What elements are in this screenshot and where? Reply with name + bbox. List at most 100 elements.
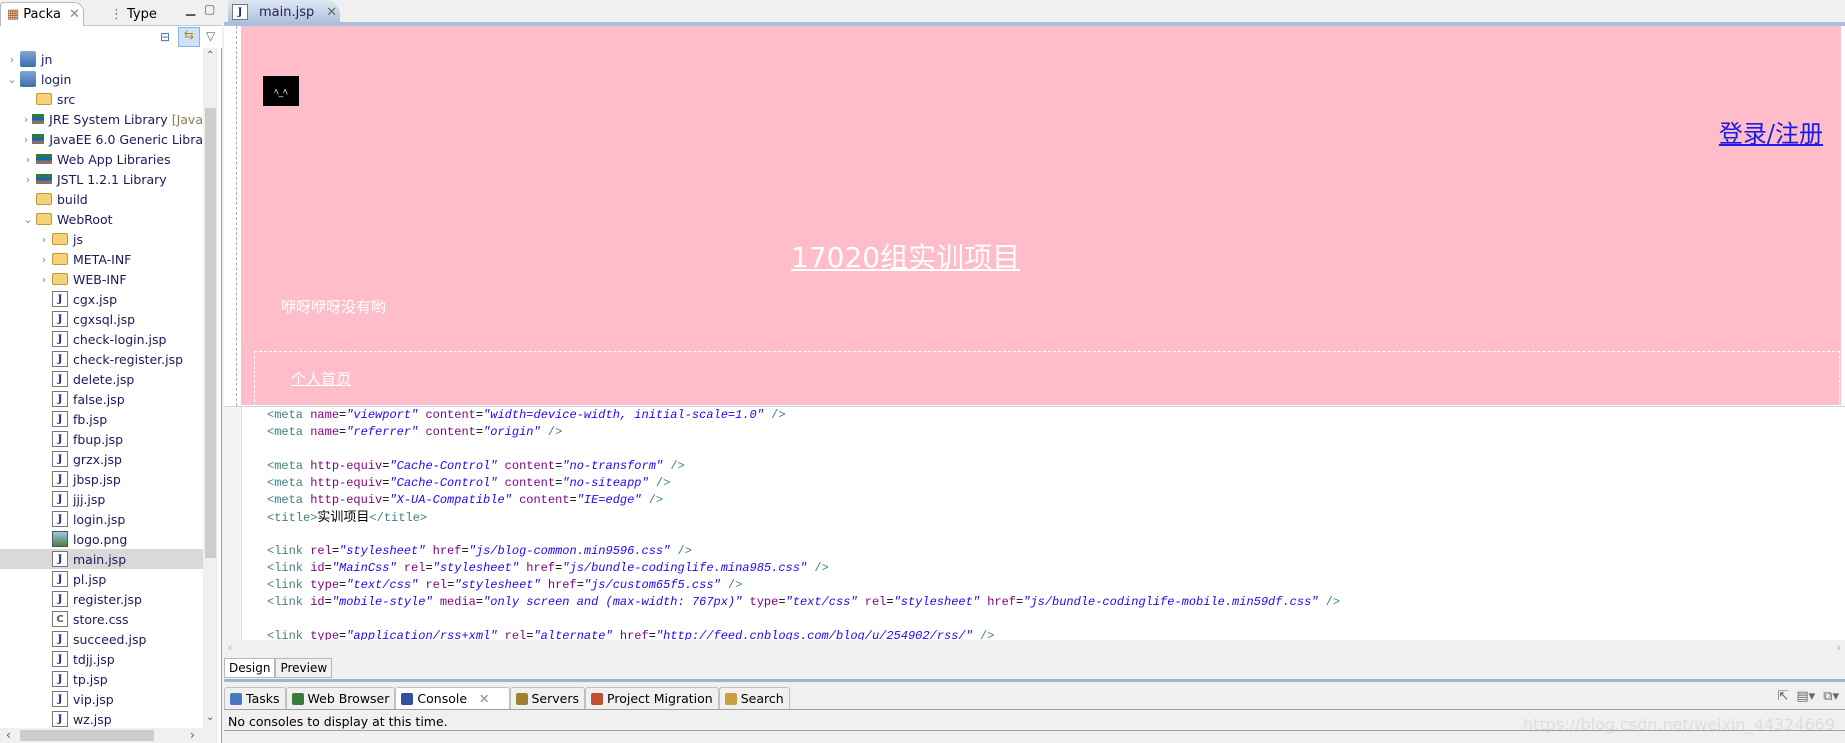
panel-separator[interactable] <box>224 679 1845 682</box>
tree-item-label: js <box>73 231 83 247</box>
tree-item[interactable]: ⌄ login <box>0 69 203 89</box>
tree-item[interactable]: Jcheck-login.jsp <box>0 329 203 349</box>
tree-item[interactable]: Jdelete.jsp <box>0 369 203 389</box>
project-tree: › jn ⌄ login src › JRE System Library [Java › Jav… <box>0 49 203 729</box>
tree-item[interactable]: ⌄ WebRoot <box>0 209 203 229</box>
code-token: = <box>576 578 584 592</box>
code-token: "stylesheet" <box>893 595 980 609</box>
tab-search[interactable]: Search <box>718 687 790 709</box>
scroll-right-icon[interactable]: › <box>1837 641 1841 654</box>
source-view[interactable]: <meta name="viewport" content="width=dev… <box>224 406 1845 643</box>
view-menu-icon[interactable]: ▽ <box>206 29 215 43</box>
tree-item[interactable]: › JavaEE 6.0 Generic Libra <box>0 129 203 149</box>
chevron-right-icon[interactable]: › <box>36 273 52 286</box>
tree-item[interactable]: › JRE System Library [Java <box>0 109 203 129</box>
tab-package-explorer[interactable]: ▦ Packa ✕ <box>0 2 84 26</box>
scroll-left-icon[interactable]: ‹ <box>228 641 232 654</box>
collapse-all-icon[interactable]: ⊟ <box>160 30 170 44</box>
tree-item[interactable]: › META-INF <box>0 249 203 269</box>
type-hierarchy-icon: ⋮ <box>110 6 123 22</box>
vertical-scrollbar[interactable]: ⌃ ⌄ <box>203 48 218 728</box>
code-token: "stylesheet" <box>339 544 426 558</box>
scrollbar-thumb[interactable] <box>205 108 216 558</box>
close-icon[interactable]: ✕ <box>479 691 489 706</box>
design-view: ﾍ_ﾍ 登录/注册 17020组实训项目 咿呀咿呀没有哟 个人首页 <box>224 26 1845 407</box>
code-lines[interactable]: <meta name="viewport" content="width=dev… <box>267 407 1340 645</box>
tree-item[interactable]: Jjbsp.jsp <box>0 469 203 489</box>
web-browser-icon <box>291 692 304 705</box>
tab-web-browser[interactable]: Web Browser <box>285 687 396 709</box>
tree-item[interactable]: › Web App Libraries <box>0 149 203 169</box>
login-register-link[interactable]: 登录/注册 <box>1719 114 1823 149</box>
tab-servers[interactable]: Servers <box>509 687 586 709</box>
tree-item[interactable]: Cstore.css <box>0 609 203 629</box>
tree-item[interactable]: Jjjj.jsp <box>0 489 203 509</box>
tree-item[interactable]: Jvip.jsp <box>0 689 203 709</box>
tree-item[interactable]: logo.png <box>0 529 203 549</box>
tree-item[interactable]: build <box>0 189 203 209</box>
home-link[interactable]: 个人首页 <box>291 368 351 389</box>
tab-label: Search <box>740 691 784 706</box>
close-icon[interactable]: ✕ <box>326 5 337 20</box>
open-console-icon[interactable]: ⧉▾ <box>1823 689 1839 704</box>
close-icon[interactable]: ✕ <box>69 7 80 22</box>
tree-item[interactable]: Jpl.jsp <box>0 569 203 589</box>
scrollbar-thumb[interactable] <box>20 730 154 741</box>
scroll-right-icon[interactable]: › <box>190 728 195 742</box>
tab-project-migration[interactable]: Project Migration <box>585 687 719 709</box>
code-token: content <box>504 459 556 473</box>
chevron-right-icon[interactable]: › <box>20 173 36 186</box>
chevron-down-icon[interactable]: ⌄ <box>4 73 20 86</box>
chevron-right-icon[interactable]: › <box>20 133 32 146</box>
scroll-up-icon[interactable]: ⌃ <box>206 50 214 61</box>
chevron-right-icon[interactable]: › <box>36 253 52 266</box>
tree-item[interactable]: Jsucceed.jsp <box>0 629 203 649</box>
tree-item[interactable]: Jfbup.jsp <box>0 429 203 449</box>
display-console-icon[interactable]: ▤▾ <box>1796 689 1815 704</box>
code-token: /> <box>720 578 743 592</box>
tree-item[interactable]: Jlogin.jsp <box>0 509 203 529</box>
tab-console[interactable]: Console ✕ <box>395 687 510 709</box>
scroll-left-icon[interactable]: ‹ <box>6 728 11 742</box>
tree-item[interactable]: › jn <box>0 49 203 69</box>
tree-item[interactable]: Jfalse.jsp <box>0 389 203 409</box>
horizontal-scrollbar[interactable]: ‹ › <box>0 728 218 743</box>
chevron-right-icon[interactable]: › <box>20 113 32 126</box>
tree-item[interactable]: Jgrzx.jsp <box>0 449 203 469</box>
jsp-file-icon: J <box>52 451 68 467</box>
link-with-editor-icon[interactable]: ⇆ <box>178 27 200 47</box>
minimize-icon[interactable]: ▁ <box>186 2 195 16</box>
chevron-right-icon[interactable]: › <box>20 153 36 166</box>
pin-console-icon[interactable]: ⇱ <box>1777 689 1788 704</box>
project-migration-icon <box>591 692 604 705</box>
tree-item[interactable]: Jtdjj.jsp <box>0 649 203 669</box>
chevron-right-icon[interactable]: › <box>36 233 52 246</box>
code-token: http-equiv <box>310 493 383 507</box>
tree-item[interactable]: Jfb.jsp <box>0 409 203 429</box>
tree-item[interactable]: › js <box>0 229 203 249</box>
code-token: "only screen and (max-width: 767px)" <box>483 595 743 609</box>
chevron-right-icon[interactable]: › <box>4 53 20 66</box>
chevron-down-icon[interactable]: ⌄ <box>20 213 36 226</box>
tree-item[interactable]: Jcgx.jsp <box>0 289 203 309</box>
tab-tasks[interactable]: Tasks <box>224 687 286 709</box>
tree-item-label: JRE System Library <box>49 111 168 127</box>
tree-item[interactable]: › WEB-INF <box>0 269 203 289</box>
tab-type-hierarchy[interactable]: ⋮ Type <box>104 2 163 26</box>
tree-item-label: tdjj.jsp <box>73 651 115 667</box>
tree-item[interactable]: › JSTL 1.2.1 Library <box>0 169 203 189</box>
scroll-down-icon[interactable]: ⌄ <box>206 712 214 723</box>
tree-item[interactable]: Jcgxsql.jsp <box>0 309 203 329</box>
tree-item[interactable]: Jwz.jsp <box>0 709 203 729</box>
code-horizontal-scrollbar[interactable]: ‹ › <box>224 640 1845 656</box>
tree-item[interactable]: Jregister.jsp <box>0 589 203 609</box>
tab-preview[interactable]: Preview <box>275 658 333 678</box>
tree-item[interactable]: Jtp.jsp <box>0 669 203 689</box>
tree-item[interactable]: Jmain.jsp <box>0 549 203 569</box>
tab-main-jsp[interactable]: J main.jsp ✕ <box>228 0 340 24</box>
tree-item-label: jjj.jsp <box>73 491 106 507</box>
tab-design[interactable]: Design <box>224 658 276 678</box>
tree-item[interactable]: src <box>0 89 203 109</box>
maximize-icon[interactable]: ▢ <box>204 2 215 16</box>
tree-item[interactable]: Jcheck-register.jsp <box>0 349 203 369</box>
